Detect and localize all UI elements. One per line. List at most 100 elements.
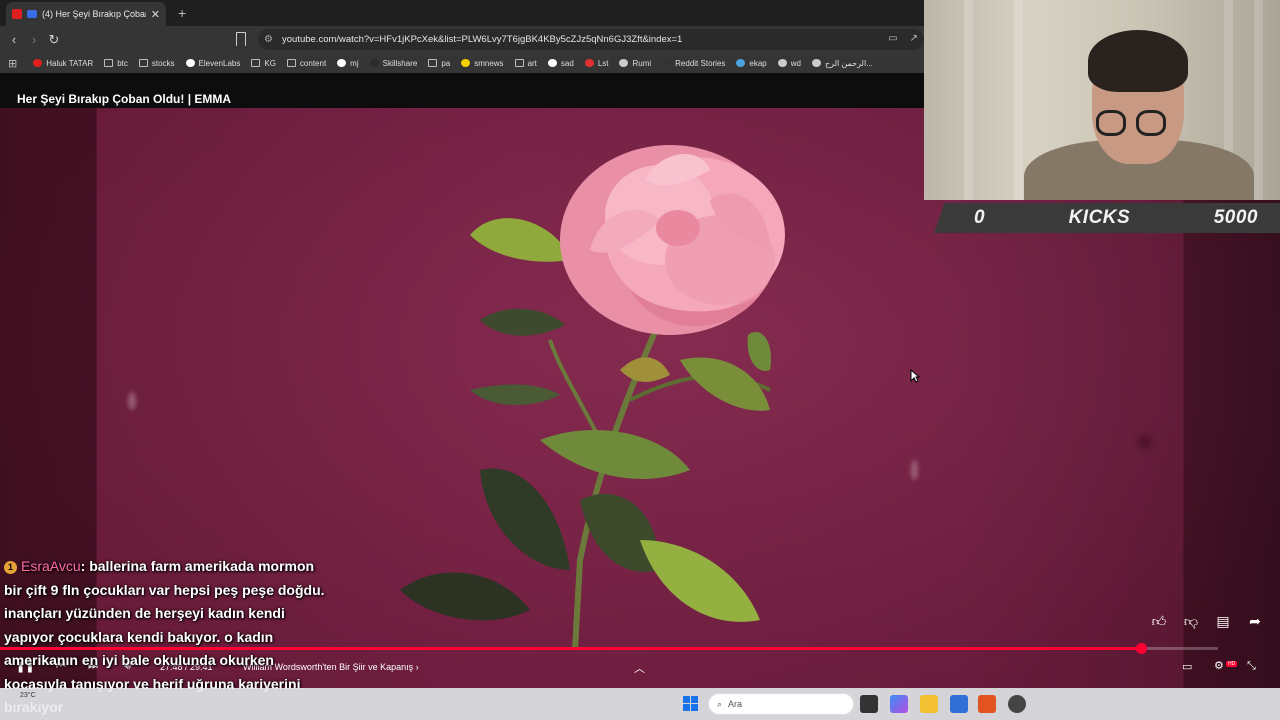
site-info-icon[interactable]: ⚙ [264,34,280,45]
bookmark-label: content [299,58,327,68]
glasses-icon [1136,110,1166,136]
address-bar[interactable]: ⚙ youtube.com/watch?v=HFv1jKPcXek&list=P… [258,29,924,50]
kicks-counter: 0 KICKS 5000 [934,203,1280,233]
smiley-icon [461,59,471,67]
bookmark-item[interactable]: wd [777,59,801,68]
exit-fullscreen-icon[interactable]: ⤡ [1247,660,1256,673]
folder-icon [251,59,261,67]
bookmarks-bar: ⊞ Haluk TATAR btc stocks ElevenLabs KG conten… [0,53,924,73]
bookmark-item[interactable]: btc [104,59,128,68]
file-explorer-icon[interactable] [920,695,938,713]
bookmark-label: KG [264,58,276,68]
back-arrow-icon[interactable]: ‹ [4,32,24,47]
kicks-goal: 5000 [1213,207,1258,228]
chevron-up-icon[interactable]: ︿ [634,660,645,676]
kicks-label: KICKS [1068,207,1131,228]
search-icon: ⌕ [717,698,723,709]
bookmark-label: stocks [151,58,175,68]
bookmark-item[interactable]: ElevenLabs [185,58,241,68]
bookmark-item[interactable]: pa [428,59,450,68]
bookmark-item[interactable]: Haluk TATAR [33,59,93,68]
bookmark-label: art [527,58,537,68]
toolbar: ‹ › ↻ ⚙ youtube.com/watch?v=HFv1jKPcXek&… [0,26,924,53]
like-icon[interactable]: 👍︎ [1150,612,1168,630]
screen: { "browser": { "tab_title": "(4) Her Şey… [0,0,1280,720]
bookmark-item[interactable]: KG [251,59,276,68]
glasses-icon [1096,110,1126,136]
bookmark-label: Skillshare [382,58,418,68]
bookmark-label: Lst [597,58,609,68]
youtube-icon [12,9,22,19]
comment-icon[interactable]: ▤ [1214,612,1232,630]
windows-start-icon[interactable] [683,696,698,711]
d-logo-icon [662,59,672,67]
apps-grid-icon[interactable]: ⊞ [8,57,17,70]
bookmark-item[interactable]: الرحمن الرح... [812,59,873,68]
weather-widget[interactable]: 23°C [20,692,36,699]
video-actions: 👍︎ 👎︎ ▤ ➦ [1150,612,1264,630]
settings-gear-icon[interactable]: ⚙ [1214,659,1224,672]
curtain-fold [964,0,973,200]
elevenlabs-icon [185,59,195,67]
brave-browser-icon[interactable] [978,695,996,713]
folder-icon [138,59,148,67]
hd-badge: HD [1226,661,1238,667]
folder-icon [428,59,438,67]
kicks-current: 0 [974,207,986,228]
bookmark-label: ekap [749,58,767,68]
close-tab-icon[interactable]: ✕ [151,8,160,21]
person-hair [1088,30,1188,92]
chat-username: EsraAvcu [21,558,81,574]
folder-icon [514,59,524,67]
new-tab-button[interactable]: + [178,5,186,21]
bookmark-item[interactable]: mj [337,59,359,68]
bookmark-label: smnews [474,58,504,68]
url-text: youtube.com/watch?v=HFv1jKPcXek&list=PLW… [282,34,683,45]
reload-icon[interactable]: ↻ [44,32,64,48]
bookmark-item[interactable]: sad [547,58,574,68]
bookmark-item[interactable]: content [286,58,327,68]
tab-active[interactable]: (4) Her Şeyi Bırakıp Çoban Ol... ✕ [6,2,166,26]
bookmark-item[interactable]: ekap [736,58,767,68]
video-title: Her Şeyi Bırakıp Çoban Oldu! | EMMA [17,92,232,106]
taskbar-search[interactable]: ⌕ Ara [708,693,854,715]
webcam-overlay [924,0,1280,200]
task-view-icon[interactable] [860,695,878,713]
cursor-icon [910,369,920,383]
skillshare-icon [369,59,379,67]
cast-icon[interactable]: ▭ [888,33,897,44]
petal-blur [911,460,918,480]
scrubber-handle[interactable] [1135,643,1147,654]
bookmark-item[interactable]: Skillshare [369,58,418,68]
snipping-tool-icon[interactable] [950,695,968,713]
folder-icon [104,59,114,67]
bookmark-item[interactable]: smnews [461,58,504,68]
bird-icon [736,59,746,67]
forward-arrow-icon[interactable]: › [24,32,44,47]
copilot-icon[interactable] [890,695,908,713]
share-icon[interactable]: ➦ [1246,612,1264,630]
bookmark-label: btc [117,58,128,68]
search-placeholder: Ara [728,699,743,709]
subtitles-icon[interactable]: ▭ [1182,660,1192,673]
subscriber-badge: 1 [4,561,17,574]
bookmark-item[interactable]: stocks [138,58,175,68]
github-icon [337,59,347,67]
bookmark-label: ElevenLabs [198,58,241,68]
bookmark-item[interactable]: Rumi [619,59,651,68]
bookmark-label: pa [441,58,451,68]
share-icon[interactable]: ↗ [910,33,918,44]
media-icon [27,10,37,18]
tab-title: (4) Her Şeyi Bırakıp Çoban Ol... [42,9,146,19]
curtain-fold [1014,0,1023,200]
obs-icon[interactable] [1008,695,1026,713]
bookmark-item[interactable]: Lst [584,58,609,68]
bookmark-label: Rumi [632,58,652,68]
bookmark-icon[interactable] [236,32,246,46]
petal-blur [128,392,136,410]
dislike-icon[interactable]: 👎︎ [1182,612,1200,630]
bookmark-item[interactable]: art [514,58,537,68]
bookmark-label: sad [560,58,574,68]
rose-image [400,145,785,650]
bookmark-item[interactable]: Reddit Stories [662,59,725,68]
